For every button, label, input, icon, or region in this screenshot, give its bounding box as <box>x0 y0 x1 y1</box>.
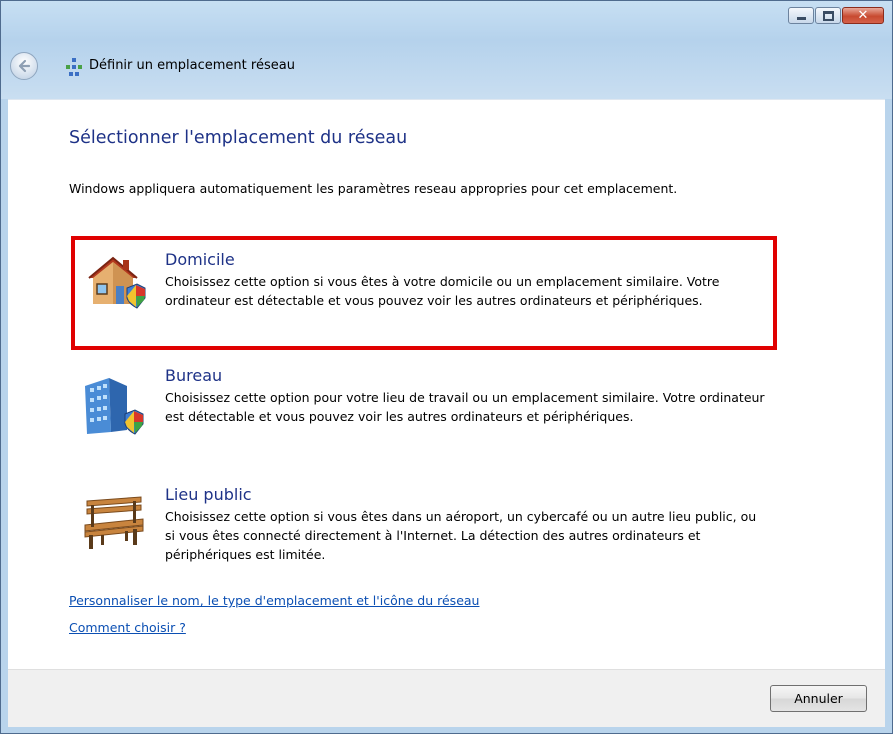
back-arrow-icon <box>18 59 31 73</box>
cancel-button[interactable]: Annuler <box>770 685 867 712</box>
minimize-button[interactable] <box>788 7 814 24</box>
page-heading: Sélectionner l'emplacement du réseau <box>69 128 408 148</box>
back-button[interactable] <box>10 52 38 80</box>
option-home[interactable]: Domicile Choisissez cette option si vous… <box>71 236 777 350</box>
option-work-description: Choisissez cette option pour votre lieu … <box>165 390 765 424</box>
window-title-bar: ✕ Définir un emplacement réseau <box>1 1 892 99</box>
network-location-window: ✕ Définir un emplacement réseau Sélectio… <box>0 0 893 734</box>
network-icon <box>66 58 82 76</box>
option-public-description: Choisissez cette option si vous êtes dan… <box>165 509 757 562</box>
option-work-title: Bureau <box>165 366 223 385</box>
window-title: Définir un emplacement réseau <box>89 58 295 73</box>
option-public[interactable]: Lieu public Choisissez cette option si v… <box>71 483 777 583</box>
window-controls: ✕ <box>788 7 884 24</box>
maximize-button[interactable] <box>815 7 841 24</box>
house-icon <box>88 256 146 309</box>
page-description: Windows appliquera automatiquement les p… <box>69 181 678 196</box>
option-work[interactable]: Bureau Choisissez cette option pour votr… <box>71 364 777 464</box>
customize-network-link[interactable]: Personnaliser le nom, le type d'emplacem… <box>69 593 479 608</box>
option-home-title: Domicile <box>165 250 235 269</box>
office-building-icon <box>85 378 144 435</box>
park-bench-icon <box>84 496 144 549</box>
option-public-title: Lieu public <box>165 485 252 504</box>
maximize-icon <box>823 11 834 21</box>
dialog-footer: Annuler <box>8 669 885 727</box>
close-icon: ✕ <box>857 8 869 23</box>
option-home-description: Choisissez cette option si vous êtes à v… <box>165 274 720 308</box>
minimize-icon <box>797 17 806 20</box>
close-button[interactable]: ✕ <box>842 7 884 24</box>
how-to-choose-link[interactable]: Comment choisir ? <box>69 620 186 635</box>
